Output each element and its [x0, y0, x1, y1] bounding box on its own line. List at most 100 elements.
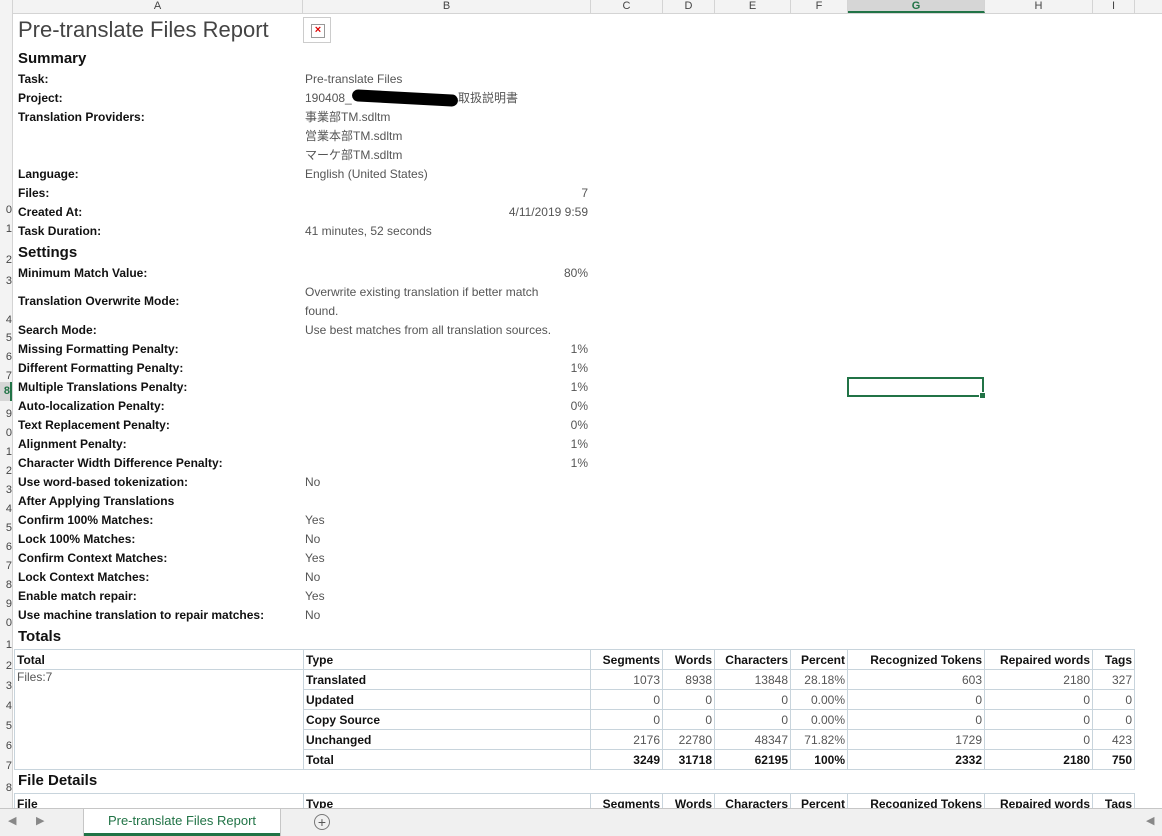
cell-percent[interactable]: 28.18% — [790, 669, 848, 690]
row-header[interactable]: 7 — [0, 559, 12, 573]
select-all-corner[interactable] — [0, 0, 13, 13]
header-type[interactable]: Type — [303, 649, 591, 670]
prev-sheet-icon[interactable]: ◀ — [8, 814, 16, 827]
label-match-repair: Enable match repair: — [18, 589, 137, 603]
row-header[interactable]: 7 — [0, 759, 12, 773]
row-header[interactable]: 4 — [0, 699, 12, 713]
row-header[interactable]: 5 — [0, 719, 12, 733]
cell-type[interactable]: Updated — [303, 689, 591, 710]
cell-words[interactable]: 0 — [662, 689, 715, 710]
column-header-c[interactable]: C — [591, 0, 663, 13]
cell-recognized-tokens[interactable]: 2332 — [847, 749, 985, 770]
scroll-left-icon[interactable]: ◀ — [1146, 814, 1154, 827]
cell-segments[interactable]: 3249 — [590, 749, 663, 770]
cell-tags[interactable]: 327 — [1092, 669, 1135, 690]
sheet-tab-pre-translate[interactable]: Pre-translate Files Report — [84, 809, 280, 836]
column-header-b[interactable]: B — [303, 0, 591, 13]
column-header-e[interactable]: E — [715, 0, 791, 13]
cell-recognized-tokens[interactable]: 1729 — [847, 729, 985, 750]
cell-percent[interactable]: 0.00% — [790, 709, 848, 730]
column-header-h[interactable]: H — [985, 0, 1093, 13]
row-header[interactable]: 5 — [0, 521, 12, 535]
cell-recognized-tokens[interactable]: 0 — [847, 709, 985, 730]
row-header[interactable]: 9 — [0, 597, 12, 611]
row-header[interactable]: 3 — [0, 483, 12, 497]
row-header[interactable]: 4 — [0, 502, 12, 516]
column-header-a[interactable]: A — [13, 0, 303, 13]
header-tags[interactable]: Tags — [1092, 649, 1135, 670]
row-header[interactable]: 1 — [0, 638, 12, 652]
row-header[interactable]: 2 — [0, 464, 12, 478]
row-header[interactable]: 6 — [0, 540, 12, 554]
row-header[interactable]: 6 — [0, 350, 12, 364]
cell-files-count[interactable]: Files:7 — [14, 669, 304, 770]
cell-repaired-words[interactable]: 0 — [984, 729, 1093, 750]
column-header-d[interactable]: D — [663, 0, 715, 13]
row-header[interactable]: 9 — [0, 407, 12, 421]
cell-type[interactable]: Unchanged — [303, 729, 591, 750]
header-total[interactable]: Total — [14, 649, 304, 670]
cell-percent[interactable]: 71.82% — [790, 729, 848, 750]
cell-type[interactable]: Translated — [303, 669, 591, 690]
cell-tags[interactable]: 0 — [1092, 709, 1135, 730]
label-character-width: Character Width Difference Penalty: — [18, 456, 223, 470]
cell-words[interactable]: 31718 — [662, 749, 715, 770]
cell-characters[interactable]: 13848 — [714, 669, 791, 690]
row-header[interactable]: 6 — [0, 739, 12, 753]
active-cell-selection[interactable] — [847, 377, 986, 399]
cell-percent[interactable]: 0.00% — [790, 689, 848, 710]
cell-percent[interactable]: 100% — [790, 749, 848, 770]
row-header[interactable]: 1 — [0, 222, 12, 236]
row-header[interactable]: 0 — [0, 426, 12, 440]
fill-handle[interactable] — [979, 392, 986, 399]
add-sheet-icon[interactable]: + — [314, 814, 330, 830]
cell-words[interactable]: 8938 — [662, 669, 715, 690]
row-header[interactable]: 3 — [0, 274, 12, 288]
row-header[interactable]: 8 — [0, 578, 12, 592]
cell-segments[interactable]: 1073 — [590, 669, 663, 690]
row-header[interactable]: 0 — [0, 616, 12, 630]
cell-words[interactable]: 0 — [662, 709, 715, 730]
row-header[interactable]: 8 — [0, 781, 12, 795]
row-header[interactable]: 2 — [0, 253, 12, 267]
cell-type[interactable]: Copy Source — [303, 709, 591, 730]
column-header-i[interactable]: I — [1093, 0, 1135, 13]
cell-characters[interactable]: 62195 — [714, 749, 791, 770]
row-header[interactable]: 5 — [0, 331, 12, 345]
cell-segments[interactable]: 0 — [590, 709, 663, 730]
header-characters[interactable]: Characters — [714, 649, 791, 670]
cell-recognized-tokens[interactable]: 0 — [847, 689, 985, 710]
cell-recognized-tokens[interactable]: 603 — [847, 669, 985, 690]
header-recognized-tokens[interactable]: Recognized Tokens — [847, 649, 985, 670]
cell-type[interactable]: Total — [303, 749, 591, 770]
broken-image-placeholder[interactable]: × — [303, 17, 331, 43]
cell-tags[interactable]: 0 — [1092, 689, 1135, 710]
value-lock-context: No — [305, 570, 321, 584]
next-sheet-icon[interactable]: ▶ — [36, 814, 44, 827]
row-header[interactable]: 4 — [0, 313, 12, 327]
cell-tags[interactable]: 750 — [1092, 749, 1135, 770]
header-percent[interactable]: Percent — [790, 649, 848, 670]
cell-characters[interactable]: 48347 — [714, 729, 791, 750]
column-header-g[interactable]: G — [848, 0, 985, 13]
column-header-f[interactable]: F — [791, 0, 848, 13]
header-repaired-words[interactable]: Repaired words — [984, 649, 1093, 670]
cell-repaired-words[interactable]: 0 — [984, 709, 1093, 730]
row-header[interactable]: 3 — [0, 679, 12, 693]
row-header[interactable]: 7 — [0, 369, 12, 383]
row-header[interactable]: 1 — [0, 445, 12, 459]
cell-segments[interactable]: 2176 — [590, 729, 663, 750]
row-header[interactable]: 0 — [0, 203, 12, 217]
cell-characters[interactable]: 0 — [714, 709, 791, 730]
cell-repaired-words[interactable]: 0 — [984, 689, 1093, 710]
cell-segments[interactable]: 0 — [590, 689, 663, 710]
cell-repaired-words[interactable]: 2180 — [984, 669, 1093, 690]
row-header-selected[interactable]: 8 — [0, 382, 12, 401]
cell-tags[interactable]: 423 — [1092, 729, 1135, 750]
cell-repaired-words[interactable]: 2180 — [984, 749, 1093, 770]
header-words[interactable]: Words — [662, 649, 715, 670]
header-segments[interactable]: Segments — [590, 649, 663, 670]
cell-words[interactable]: 22780 — [662, 729, 715, 750]
row-header[interactable]: 2 — [0, 659, 12, 673]
cell-characters[interactable]: 0 — [714, 689, 791, 710]
